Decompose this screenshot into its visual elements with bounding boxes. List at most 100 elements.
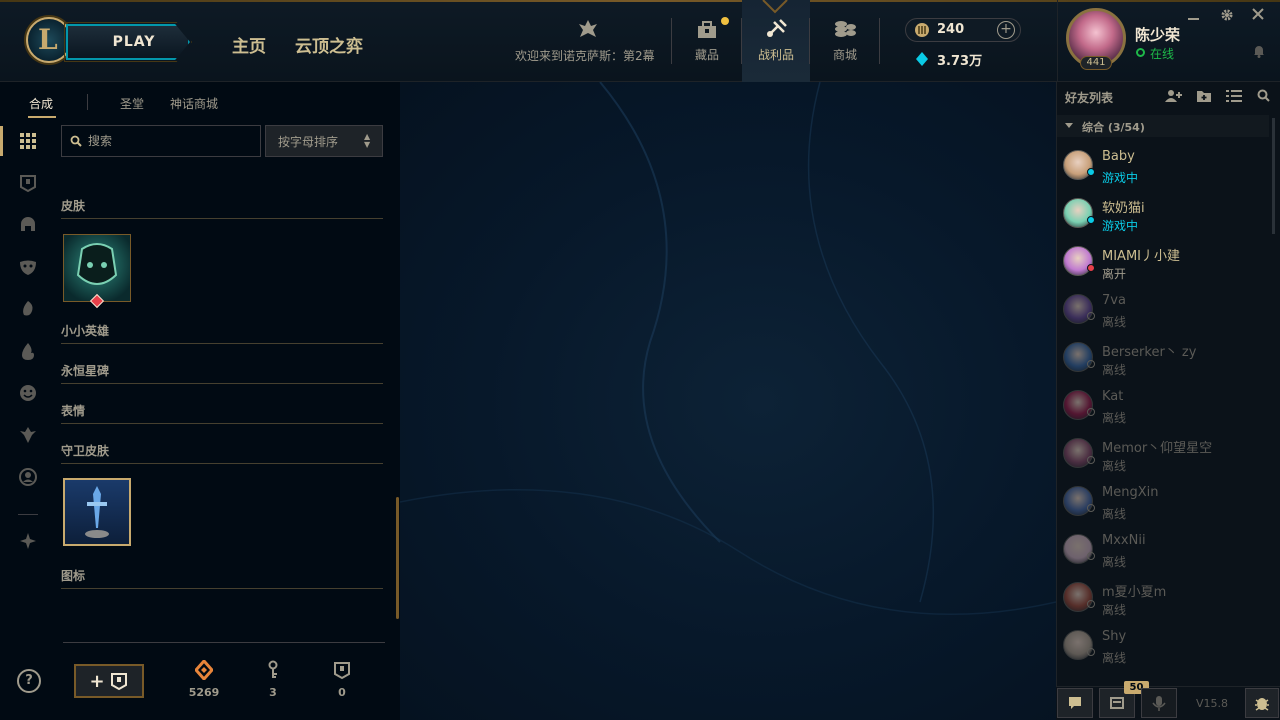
category-icons: 图标 xyxy=(61,567,383,589)
profile-name[interactable]: 陈少荣 xyxy=(1135,24,1180,45)
chest-counter: 0 xyxy=(322,660,362,699)
chat-button[interactable] xyxy=(1057,688,1093,718)
skin-mask-icon[interactable] xyxy=(18,257,40,279)
friend-name: Shy xyxy=(1102,629,1127,644)
list-view-icon[interactable] xyxy=(1226,89,1242,103)
welcome-text[interactable]: 欢迎来到诺克萨斯：第2幕 xyxy=(515,47,655,64)
tab-divider xyxy=(87,94,88,110)
friend-name: Memor丶仰望星空 xyxy=(1102,441,1213,456)
store-button[interactable]: 商城 xyxy=(811,0,879,82)
grid-icon[interactable] xyxy=(18,131,40,153)
friend-row[interactable]: MIAMI丿小建 离开 xyxy=(1057,238,1269,286)
profile-level: 441 xyxy=(1080,56,1112,70)
tab-sanctum[interactable]: 圣堂 xyxy=(120,95,144,112)
friend-status-dot xyxy=(1087,216,1095,224)
scrollbar-thumb[interactable] xyxy=(396,497,399,619)
friend-status-dot xyxy=(1087,456,1095,464)
loot-tile-skin[interactable] xyxy=(63,234,131,302)
category-little-legends: 小小英雄 xyxy=(61,322,383,344)
friend-status: 离开 xyxy=(1102,267,1127,281)
friend-row[interactable]: 软奶猫i 游戏中 xyxy=(1057,190,1269,238)
report-bug-button[interactable] xyxy=(1245,688,1279,718)
friend-status: 离线 xyxy=(1102,363,1127,377)
friend-status-dot xyxy=(1087,168,1095,176)
sidebar-active-indicator xyxy=(0,126,3,156)
chest-icon xyxy=(334,662,350,680)
collection-button[interactable]: 藏品 xyxy=(673,0,741,82)
key-value: 3 xyxy=(269,686,277,699)
nav-home[interactable]: 主页 xyxy=(232,32,266,57)
orange-essence-value: 5269 xyxy=(188,686,220,699)
add-chest-button[interactable]: + xyxy=(74,664,144,698)
friend-status: 离线 xyxy=(1102,411,1127,425)
bell-icon[interactable] xyxy=(1252,44,1266,58)
little-legend-icon[interactable] xyxy=(18,299,40,321)
friend-status: 离线 xyxy=(1102,507,1127,521)
settings-icon[interactable] xyxy=(1220,8,1234,22)
voice-button[interactable] xyxy=(1141,688,1177,718)
close-icon[interactable] xyxy=(1252,8,1264,20)
friends-title: 好友列表 xyxy=(1065,91,1114,105)
emote-icon[interactable] xyxy=(18,383,40,405)
key-counter: 3 xyxy=(253,660,293,699)
friend-status: 游戏中 xyxy=(1102,219,1139,233)
noxus-icon[interactable] xyxy=(577,18,599,40)
microphone-icon xyxy=(1152,696,1166,711)
key-icon xyxy=(268,660,278,678)
friend-row[interactable]: Memor丶仰望星空 离线 xyxy=(1057,430,1269,478)
play-button[interactable]: PLAY xyxy=(66,24,190,60)
friend-name: MengXin xyxy=(1102,485,1159,500)
search-icon[interactable] xyxy=(1257,89,1270,102)
friend-name: Baby xyxy=(1102,149,1135,164)
friend-status: 离线 xyxy=(1102,459,1127,473)
blue-essence-icon xyxy=(916,52,928,66)
friend-name: Kat xyxy=(1102,389,1124,404)
sidebar-divider xyxy=(18,514,38,515)
friend-row[interactable]: Kat 离线 xyxy=(1057,382,1269,430)
friend-row[interactable]: Shy 离线 xyxy=(1057,622,1269,670)
friend-row[interactable]: Berserker丶 zy 离线 xyxy=(1057,334,1269,382)
search-input[interactable] xyxy=(88,130,253,152)
add-friend-icon[interactable] xyxy=(1165,89,1183,103)
friend-row[interactable]: 7va 离线 xyxy=(1057,286,1269,334)
ward-icon[interactable] xyxy=(18,425,40,447)
nav-tft[interactable]: 云顶之弈 xyxy=(295,32,363,57)
orange-essence-icon xyxy=(195,660,213,680)
buy-rp-button[interactable]: + xyxy=(997,21,1015,39)
loot-tile-ward[interactable] xyxy=(63,478,131,546)
help-button[interactable]: ? xyxy=(17,669,41,693)
champion-helmet-icon[interactable] xyxy=(18,215,40,237)
friend-status-dot xyxy=(1087,600,1095,608)
divider xyxy=(671,18,672,64)
mythic-icon[interactable] xyxy=(18,531,40,553)
bug-icon xyxy=(1255,698,1269,711)
tab-mythic-shop[interactable]: 神话商城 xyxy=(170,95,218,112)
chest-filter-icon[interactable] xyxy=(18,173,40,195)
chest-icon xyxy=(698,21,716,38)
profile-icon-filter[interactable] xyxy=(18,467,40,489)
flame-icon[interactable] xyxy=(18,341,40,363)
sort-chevron-icon: ▲ ▼ xyxy=(364,132,371,149)
friends-scrollbar[interactable] xyxy=(1272,118,1275,234)
friend-row[interactable]: m夏小夏m 离线 xyxy=(1057,574,1269,622)
chat-icon xyxy=(1069,697,1081,709)
friend-status: 离线 xyxy=(1102,603,1127,617)
friend-status-dot xyxy=(1087,408,1095,416)
notification-dot xyxy=(721,17,729,25)
friend-row[interactable]: MxxNii 离线 xyxy=(1057,526,1269,574)
friend-name: MIAMI丿小建 xyxy=(1102,249,1180,264)
friend-row[interactable]: MengXin 离线 xyxy=(1057,478,1269,526)
friend-status: 游戏中 xyxy=(1102,171,1139,185)
category-ward-skins: 守卫皮肤 xyxy=(61,442,383,464)
profile-status[interactable]: 在线 xyxy=(1150,45,1174,62)
collection-label: 藏品 xyxy=(694,48,719,62)
tab-craft[interactable]: 合成 xyxy=(29,95,53,112)
friend-row[interactable]: Baby 游戏中 xyxy=(1057,142,1269,190)
add-folder-icon[interactable] xyxy=(1196,89,1212,103)
logo-letter: L xyxy=(38,23,58,56)
friend-status-dot xyxy=(1087,312,1095,320)
minimize-icon[interactable] xyxy=(1188,18,1199,20)
loot-icon xyxy=(767,19,787,37)
category-emotes: 表情 xyxy=(61,402,383,424)
friend-status-dot xyxy=(1087,648,1095,656)
